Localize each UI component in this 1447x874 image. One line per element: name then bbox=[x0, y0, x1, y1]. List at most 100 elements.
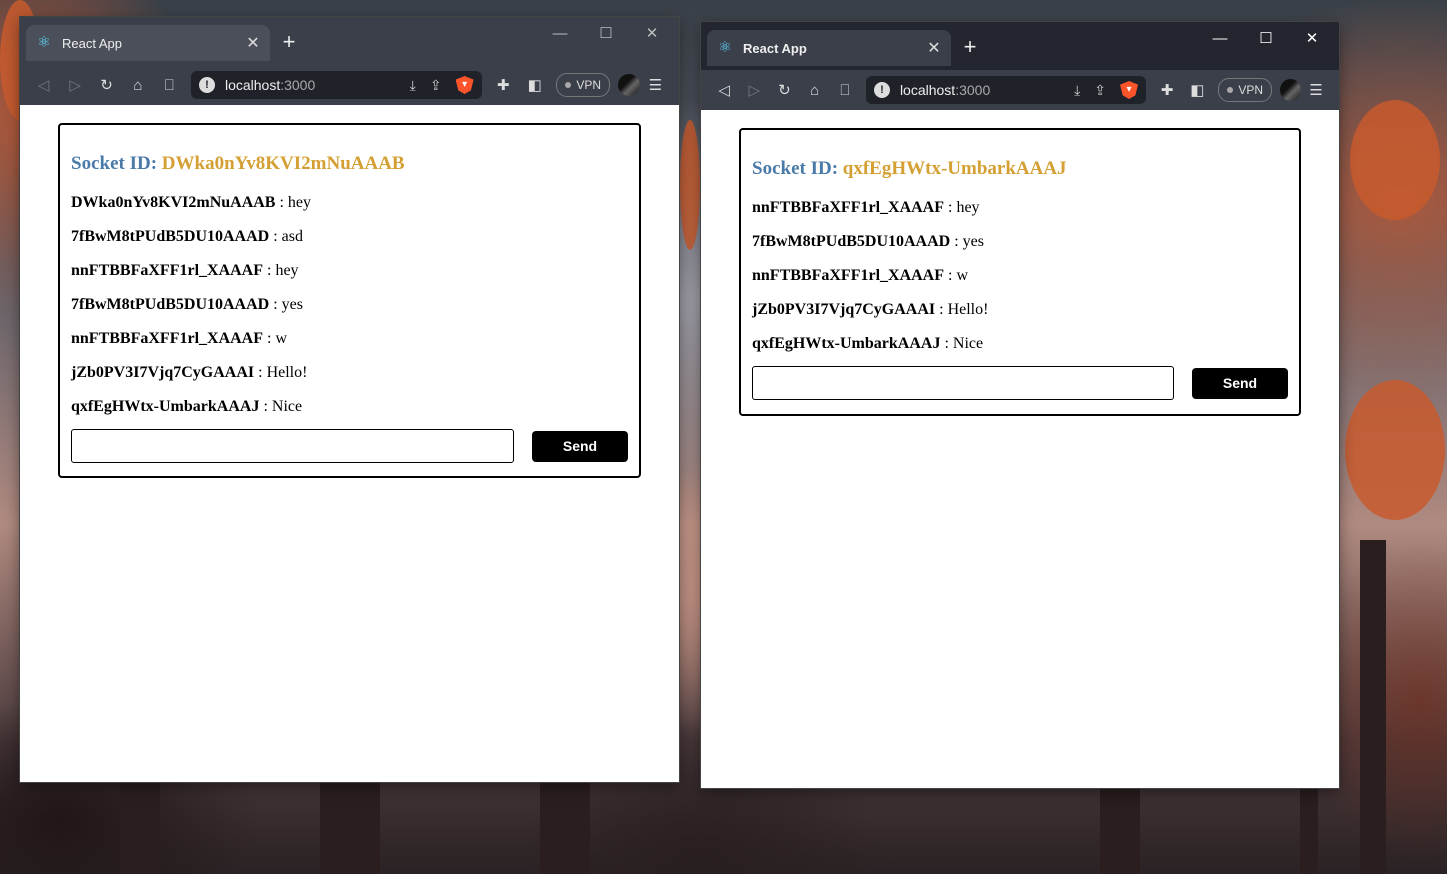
close-tab-icon[interactable]: ✕ bbox=[923, 38, 945, 58]
message-text: : w bbox=[263, 330, 287, 347]
message-text: : yes bbox=[950, 233, 984, 250]
site-info-icon[interactable]: ! bbox=[873, 82, 890, 98]
message-text: : Nice bbox=[940, 335, 984, 352]
message-item: 7fBwM8tPUdB5DU10AAAD : yes bbox=[71, 295, 628, 329]
message-text: : hey bbox=[275, 194, 312, 211]
reload-icon[interactable]: ↻ bbox=[769, 81, 799, 99]
minimize-icon[interactable]: — bbox=[1197, 28, 1243, 50]
share-icon[interactable]: ⇪ bbox=[430, 77, 442, 94]
title-bar: ⚛ React App ✕ + — ☐ ✕ bbox=[701, 22, 1339, 70]
vpn-label: VPN bbox=[576, 78, 602, 92]
menu-icon[interactable]: ☰ bbox=[640, 76, 671, 94]
message-sender: 7fBwM8tPUdB5DU10AAAD bbox=[71, 228, 270, 245]
browser-toolbar: ◁ ▷ ↻ ⌂ ⎕ ! localhost:3000 ⤓ ⇪ ▾ ✚ ◧ VPN… bbox=[701, 70, 1339, 110]
message-text: : Hello! bbox=[935, 301, 989, 318]
close-window-icon[interactable]: ✕ bbox=[629, 23, 675, 45]
share-icon[interactable]: ⇪ bbox=[1094, 82, 1106, 99]
new-tab-icon[interactable]: + bbox=[276, 29, 302, 55]
maximize-icon[interactable]: ☐ bbox=[1243, 28, 1289, 50]
new-tab-icon[interactable]: + bbox=[957, 34, 983, 60]
browser-tab[interactable]: ⚛ React App ✕ bbox=[26, 25, 270, 61]
wallpaper-foliage bbox=[680, 120, 700, 250]
socket-id-value: DWka0nYv8KVI2mNuAAAB bbox=[161, 153, 405, 174]
wallpaper-tree-trunk bbox=[320, 780, 380, 874]
bookmark-icon[interactable]: ⎕ bbox=[154, 77, 185, 94]
address-bar[interactable]: ! localhost:3000 ⤓ ⇪ ▾ bbox=[190, 71, 482, 99]
message-item: nnFTBBFaXFF1rl_XAAAF : w bbox=[71, 329, 628, 363]
extensions-icon[interactable]: ✚ bbox=[488, 76, 519, 94]
menu-icon[interactable]: ☰ bbox=[1301, 81, 1331, 99]
message-text: : Nice bbox=[259, 398, 303, 415]
browser-toolbar: ◁ ▷ ↻ ⌂ ⎕ ! localhost:3000 ⤓ ⇪ ▾ ✚ ◧ VPN… bbox=[20, 65, 679, 105]
message-text: : yes bbox=[269, 296, 303, 313]
profile-avatar-icon[interactable] bbox=[618, 74, 640, 96]
send-button[interactable]: Send bbox=[1192, 367, 1288, 399]
brave-shields-icon[interactable]: ▾ bbox=[455, 76, 474, 94]
back-icon[interactable]: ◁ bbox=[709, 81, 739, 99]
vpn-label: VPN bbox=[1238, 83, 1264, 97]
back-icon[interactable]: ◁ bbox=[28, 76, 59, 94]
message-sender: nnFTBBFaXFF1rl_XAAAF bbox=[752, 199, 944, 216]
message-sender: 7fBwM8tPUdB5DU10AAAD bbox=[71, 296, 270, 313]
site-info-icon[interactable]: ! bbox=[198, 77, 215, 93]
vpn-button[interactable]: VPN bbox=[1218, 78, 1273, 102]
bookmark-icon[interactable]: ⎕ bbox=[830, 82, 860, 99]
tab-title: React App bbox=[62, 35, 122, 51]
message-sender: nnFTBBFaXFF1rl_XAAAF bbox=[752, 267, 944, 284]
message-input[interactable] bbox=[71, 429, 514, 463]
title-bar: ⚛ React App ✕ + — ☐ ✕ bbox=[20, 17, 679, 65]
message-input-row: Send bbox=[71, 429, 628, 463]
vpn-button[interactable]: VPN bbox=[556, 73, 611, 97]
react-favicon-icon: ⚛ bbox=[718, 39, 732, 56]
brave-shields-icon[interactable]: ▾ bbox=[1120, 81, 1139, 99]
install-icon[interactable]: ⤓ bbox=[410, 77, 416, 94]
forward-icon[interactable]: ▷ bbox=[739, 81, 769, 99]
window-controls: — ☐ ✕ bbox=[1197, 28, 1335, 50]
message-text: : w bbox=[944, 267, 968, 284]
wallpaper-tree-trunk bbox=[1360, 540, 1386, 874]
message-input[interactable] bbox=[752, 366, 1174, 400]
close-window-icon[interactable]: ✕ bbox=[1289, 28, 1335, 50]
reload-icon[interactable]: ↻ bbox=[91, 76, 122, 94]
forward-icon[interactable]: ▷ bbox=[59, 76, 90, 94]
message-item: nnFTBBFaXFF1rl_XAAAF : hey bbox=[71, 261, 628, 295]
vpn-status-dot bbox=[565, 82, 572, 88]
send-button[interactable]: Send bbox=[532, 430, 628, 462]
message-sender: nnFTBBFaXFF1rl_XAAAF bbox=[71, 330, 263, 347]
close-tab-icon[interactable]: ✕ bbox=[242, 33, 264, 53]
wallpaper-tree-trunk bbox=[540, 780, 590, 874]
extensions-icon[interactable]: ✚ bbox=[1152, 81, 1182, 99]
wallpaper-foliage bbox=[1345, 380, 1445, 520]
sidebar-icon[interactable]: ◧ bbox=[1182, 81, 1212, 99]
message-sender: DWka0nYv8KVI2mNuAAAB bbox=[71, 194, 276, 211]
address-bar[interactable]: ! localhost:3000 ⤓ ⇪ ▾ bbox=[865, 76, 1147, 104]
message-text: : Hello! bbox=[254, 364, 308, 381]
message-sender: jZb0PV3I7Vjq7CyGAAAI bbox=[752, 301, 936, 318]
message-item: 7fBwM8tPUdB5DU10AAAD : yes bbox=[752, 232, 1288, 266]
chat-box: Socket ID: DWka0nYv8KVI2mNuAAAB DWka0nYv… bbox=[58, 123, 641, 478]
page-content: Socket ID: qxfEgHWtx-UmbarkAAAJ nnFTBBFa… bbox=[701, 110, 1339, 788]
message-sender: nnFTBBFaXFF1rl_XAAAF bbox=[71, 262, 263, 279]
install-icon[interactable]: ⤓ bbox=[1074, 82, 1080, 99]
wallpaper-foliage bbox=[1350, 100, 1440, 220]
maximize-icon[interactable]: ☐ bbox=[583, 23, 629, 45]
minimize-icon[interactable]: — bbox=[537, 23, 583, 45]
message-sender: qxfEgHWtx-UmbarkAAAJ bbox=[71, 398, 260, 415]
profile-avatar-icon[interactable] bbox=[1280, 79, 1301, 101]
url-text: localhost:3000 bbox=[224, 77, 316, 93]
window-controls: — ☐ ✕ bbox=[537, 23, 675, 45]
home-icon[interactable]: ⌂ bbox=[122, 77, 153, 94]
message-item: 7fBwM8tPUdB5DU10AAAD : asd bbox=[71, 227, 628, 261]
sidebar-icon[interactable]: ◧ bbox=[519, 76, 550, 94]
message-item: nnFTBBFaXFF1rl_XAAAF : hey bbox=[752, 198, 1288, 232]
chat-box: Socket ID: qxfEgHWtx-UmbarkAAAJ nnFTBBFa… bbox=[739, 128, 1301, 416]
page-content: Socket ID: DWka0nYv8KVI2mNuAAAB DWka0nYv… bbox=[20, 105, 679, 782]
socket-id-label: Socket ID: bbox=[71, 153, 158, 174]
vpn-status-dot bbox=[1227, 87, 1234, 93]
browser-tab[interactable]: ⚛ React App ✕ bbox=[707, 30, 951, 66]
browser-window-left: ⚛ React App ✕ + — ☐ ✕ ◁ ▷ ↻ ⌂ ⎕ ! localh… bbox=[20, 17, 679, 782]
socket-id-heading: Socket ID: DWka0nYv8KVI2mNuAAAB bbox=[71, 153, 628, 175]
message-sender: 7fBwM8tPUdB5DU10AAAD bbox=[752, 233, 951, 250]
home-icon[interactable]: ⌂ bbox=[800, 82, 830, 99]
browser-window-right: ⚛ React App ✕ + — ☐ ✕ ◁ ▷ ↻ ⌂ ⎕ ! localh… bbox=[701, 22, 1339, 788]
